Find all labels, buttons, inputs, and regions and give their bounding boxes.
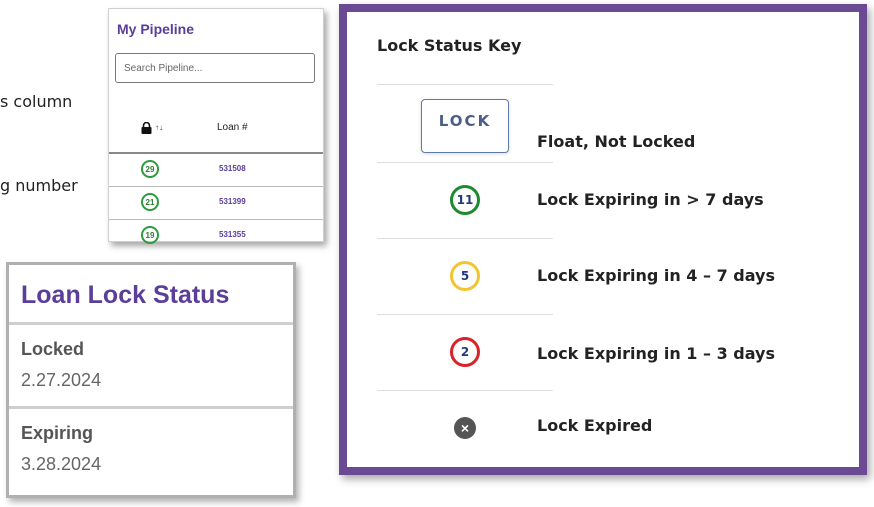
expiring-label: Expiring <box>21 423 94 443</box>
lock-column-header[interactable]: ↑↓ <box>141 122 163 134</box>
key-row-expired: × Lock Expired <box>347 390 859 466</box>
pipeline-title: My Pipeline <box>117 21 195 37</box>
days-remaining-badge: 21 <box>141 193 159 211</box>
key-label-expired: Lock Expired <box>537 416 653 435</box>
loan-number-link[interactable]: 531355 <box>219 230 246 239</box>
lock-icon <box>141 122 152 134</box>
key-label-1-3: Lock Expiring in 1 – 3 days <box>537 344 775 363</box>
locked-block: Locked 2.27.2024 <box>9 325 293 409</box>
expiring-date: 3.28.2024 <box>21 454 102 474</box>
locked-date: 2.27.2024 <box>21 370 102 390</box>
sort-icon[interactable]: ↑↓ <box>155 124 163 132</box>
days-badge-yellow: 5 <box>450 261 480 291</box>
key-row-float: LOCK Float, Not Locked <box>347 88 859 164</box>
loan-lock-status-title: Loan Lock Status <box>9 265 293 325</box>
key-row-over-7: 11 Lock Expiring in > 7 days <box>347 162 859 238</box>
lock-button[interactable]: LOCK <box>421 99 509 153</box>
loan-column-header[interactable]: Loan # <box>217 122 248 133</box>
key-row-1-3: 2 Lock Expiring in 1 – 3 days <box>347 314 859 390</box>
background-text-number: g number <box>0 176 78 195</box>
expired-x-icon: × <box>454 417 476 439</box>
pipeline-panel: My Pipeline ↑↓ Loan # 29 531508 21 53139… <box>108 8 324 244</box>
divider <box>377 84 553 85</box>
table-row[interactable]: 19 531355 <box>109 220 323 253</box>
key-row-4-7: 5 Lock Expiring in 4 – 7 days <box>347 238 859 314</box>
pipeline-table-header: ↑↓ Loan # <box>109 104 323 154</box>
expiring-block: Expiring 3.28.2024 <box>9 409 293 493</box>
loan-number-link[interactable]: 531399 <box>219 197 246 206</box>
loan-number-link[interactable]: 531508 <box>219 164 246 173</box>
table-row[interactable]: 21 531399 <box>109 187 323 220</box>
lock-status-key-title: Lock Status Key <box>377 36 522 55</box>
days-remaining-badge: 19 <box>141 226 159 244</box>
background-text-column: s column <box>0 92 73 111</box>
key-label-4-7: Lock Expiring in 4 – 7 days <box>537 266 775 285</box>
search-input[interactable] <box>115 53 315 83</box>
table-row[interactable]: 29 531508 <box>109 154 323 187</box>
days-badge-green: 11 <box>450 185 480 215</box>
locked-label: Locked <box>21 339 85 359</box>
key-label-over-7: Lock Expiring in > 7 days <box>537 190 764 209</box>
loan-lock-status-panel: Loan Lock Status Locked 2.27.2024 Expiri… <box>6 262 296 498</box>
lock-status-key-panel: Lock Status Key LOCK Float, Not Locked 1… <box>339 4 867 475</box>
days-remaining-badge: 29 <box>141 160 159 178</box>
days-badge-red: 2 <box>450 337 480 367</box>
key-label-float: Float, Not Locked <box>537 132 696 151</box>
